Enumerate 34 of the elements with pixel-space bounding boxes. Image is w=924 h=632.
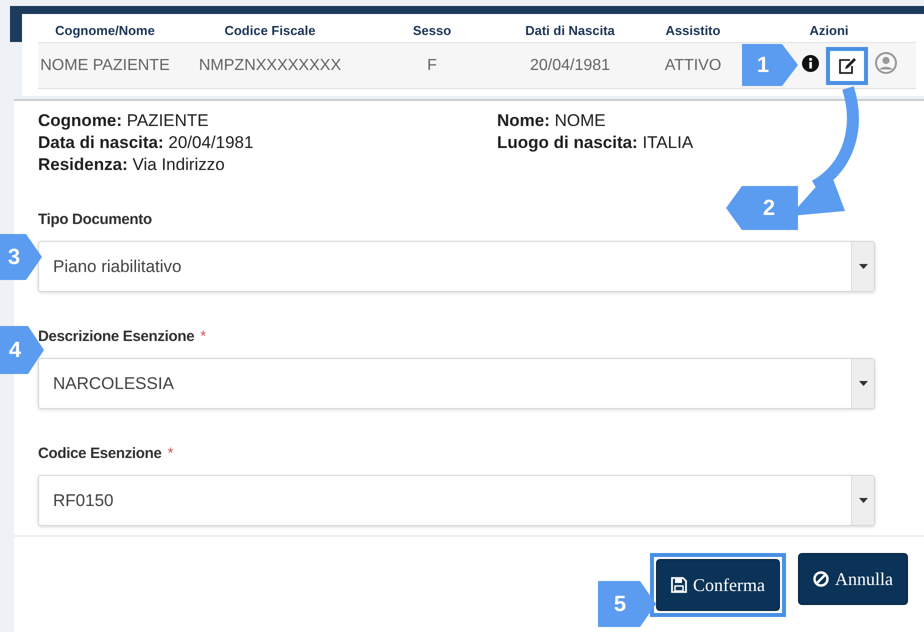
column-header: Cognome/Nome [54, 22, 156, 40]
caret-icon [858, 498, 868, 503]
column-header: Assistito [664, 22, 722, 40]
info-icon[interactable] [802, 54, 818, 72]
confirm-button[interactable]: Conferma [656, 559, 780, 611]
column-header: Codice Fiscale [223, 22, 317, 40]
required-asterisk: * [168, 445, 174, 462]
table-cell: 20/04/1981 [530, 56, 610, 74]
user-icon[interactable] [874, 52, 896, 74]
caret-icon [858, 264, 868, 269]
patient-detail: Nome: NOME [497, 110, 607, 132]
floppy-icon [671, 577, 688, 593]
required-asterisk: * [200, 328, 206, 345]
column-header: Sesso [412, 22, 452, 40]
patient-detail: Data di nascita: 20/04/1981 [38, 132, 254, 154]
field-label: Codice Esenzione [38, 444, 162, 464]
caret-icon [858, 381, 868, 386]
field-label: Tipo Documento [38, 210, 152, 230]
patient-detail: Residenza: Via Indirizzo [38, 154, 226, 176]
edit-icon[interactable] [836, 56, 856, 74]
table-cell: F [427, 56, 437, 74]
patient-detail: Luogo di nascita: ITALIA [497, 132, 694, 154]
table-cell: NOME PAZIENTE [40, 56, 170, 74]
dropdown-field[interactable]: NARCOLESSIA [38, 358, 875, 409]
table-cell: NMPZNXXXXXXXX [198, 56, 342, 74]
column-header: Azioni [808, 22, 850, 40]
prohibited-icon [813, 571, 829, 587]
cancel-button[interactable]: Annulla [798, 553, 908, 605]
table-cell: ATTIVO [664, 56, 722, 74]
dropdown-field[interactable]: RF0150 [38, 475, 875, 526]
column-header: Dati di Nascita [524, 22, 616, 40]
field-label: Descrizione Esenzione [38, 327, 194, 347]
dropdown-field[interactable]: Piano riabilitativo [38, 241, 875, 292]
patient-detail: Cognome: PAZIENTE [38, 110, 210, 132]
